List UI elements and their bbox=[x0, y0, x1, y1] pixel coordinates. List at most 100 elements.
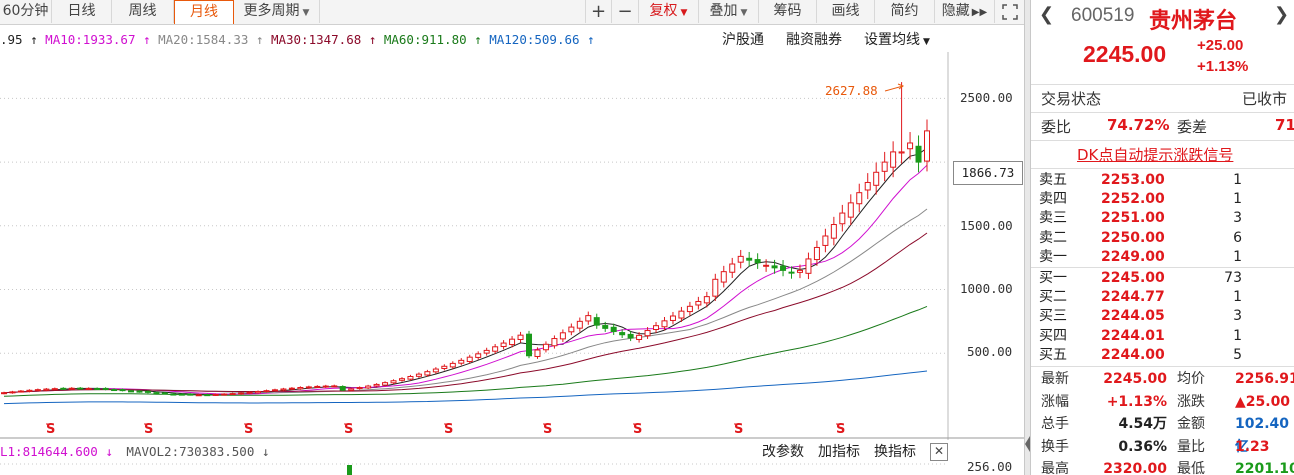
candle-body bbox=[830, 224, 837, 239]
sell_orders-row[interactable]: 卖三 2251.00 3 bbox=[1031, 209, 1294, 228]
tab-60min[interactable]: 60分钟 bbox=[0, 0, 52, 23]
switch-indicator-button[interactable]: 换指标 bbox=[874, 440, 916, 464]
sell_orders-row[interactable]: 卖一 2249.00 1 bbox=[1031, 248, 1294, 267]
trading-status-value: 已收市 bbox=[1242, 90, 1288, 108]
edit-params-button[interactable]: 改参数 bbox=[762, 440, 804, 464]
candle-body bbox=[873, 171, 880, 186]
stat-label: 最低 bbox=[1177, 461, 1205, 475]
candle-body bbox=[280, 388, 287, 391]
candle-body bbox=[314, 385, 321, 388]
chart-panel: 60分钟 日线 周线 月线 更多周期 ▼ + − 复权 ▼ 叠加 ▼ 筹码 画线 简约… bbox=[0, 0, 1024, 475]
adjust-button[interactable]: 复权 ▼ bbox=[639, 0, 699, 23]
ma30-value: MA30:1347.68 ↑ bbox=[270, 32, 377, 47]
buy_orders-qty: 3 bbox=[1233, 308, 1242, 325]
buy_orders-row[interactable]: 买四 2244.01 1 bbox=[1031, 327, 1294, 346]
candle-body bbox=[119, 389, 126, 392]
candle-body bbox=[780, 265, 787, 271]
candle-body bbox=[407, 375, 414, 380]
panel-splitter[interactable] bbox=[1024, 0, 1031, 475]
candle-body bbox=[415, 373, 422, 377]
buy_orders-level-label: 买二 bbox=[1039, 289, 1067, 306]
margin-trading-link[interactable]: 融资融券 bbox=[786, 28, 842, 52]
sell_orders-level-label: 卖一 bbox=[1039, 248, 1067, 265]
tab-monthly[interactable]: 月线 bbox=[174, 0, 234, 24]
chips-button[interactable]: 筹码 bbox=[759, 0, 817, 23]
candle-body bbox=[153, 392, 160, 395]
back-chevron-icon[interactable]: ❮ bbox=[1039, 4, 1054, 25]
candle-body bbox=[737, 255, 744, 263]
candle-body bbox=[449, 362, 456, 368]
candle-body bbox=[26, 389, 33, 392]
fullscreen-button[interactable] bbox=[995, 0, 1024, 23]
tab-weekly[interactable]: 周线 bbox=[112, 0, 174, 23]
stat-label: 涨幅 bbox=[1041, 393, 1069, 410]
buy_orders-row[interactable]: 买一 2245.00 73 bbox=[1031, 269, 1294, 288]
candle-body bbox=[585, 315, 592, 322]
stat-label: 量比 bbox=[1177, 438, 1205, 455]
tab-more-periods[interactable]: 更多周期 ▼ bbox=[234, 0, 320, 23]
sell_orders-level-label: 卖三 bbox=[1039, 210, 1067, 227]
candle-body bbox=[712, 278, 719, 297]
y-axis-label: 1500.00 bbox=[960, 218, 1013, 233]
ma20-value: MA20:1584.33 ↑ bbox=[158, 32, 264, 47]
candle-body bbox=[424, 371, 431, 376]
stats-row: 最新 2245.00 均价 2256.91 bbox=[1031, 368, 1294, 391]
candle-body bbox=[661, 320, 668, 328]
draw-line-button[interactable]: 画线 bbox=[817, 0, 875, 23]
buy_orders-row[interactable]: 买五 2244.00 5 bbox=[1031, 346, 1294, 365]
divider bbox=[1031, 140, 1294, 141]
candle-body bbox=[771, 265, 778, 269]
collapse-arrow-icon[interactable] bbox=[1025, 436, 1030, 452]
candle-body bbox=[305, 386, 312, 389]
candle-body bbox=[551, 338, 558, 347]
overlay-button[interactable]: 叠加 ▼ bbox=[699, 0, 759, 23]
dk-signal-link[interactable]: DK点自动提示涨跌信号 bbox=[1077, 144, 1233, 165]
stat-value: 2256.91 bbox=[1235, 371, 1294, 387]
candle-body bbox=[161, 392, 168, 395]
dividend-marker: S bbox=[444, 422, 453, 437]
ma60-value: MA60:911.80 ↑ bbox=[383, 32, 482, 47]
y-axis-label: 1000.00 bbox=[960, 281, 1013, 296]
double-arrow-right-icon: ▶▶ bbox=[971, 7, 988, 18]
candle-body bbox=[805, 258, 812, 274]
candle-body bbox=[576, 320, 583, 329]
candle-body bbox=[195, 394, 202, 397]
dividend-marker: S bbox=[46, 422, 55, 437]
ma-settings-link[interactable]: 设置均线 ▼ bbox=[864, 28, 930, 52]
ma30-line bbox=[3, 232, 928, 394]
buy_orders-row[interactable]: 买二 2244.77 1 bbox=[1031, 288, 1294, 307]
candle-body bbox=[763, 264, 770, 267]
candle-body bbox=[17, 390, 24, 393]
candle-body bbox=[221, 393, 228, 396]
trading-status-label: 交易状态 bbox=[1041, 90, 1102, 108]
add-indicator-button[interactable]: 加指标 bbox=[818, 440, 860, 464]
candle-body bbox=[373, 383, 380, 387]
close-indicator-button[interactable]: ✕ bbox=[930, 443, 948, 461]
volume-legend: L1:814644.600 ↓ MAVOL2:730383.500 ↓ bbox=[0, 440, 269, 464]
sell_orders-row[interactable]: 卖四 2252.00 1 bbox=[1031, 190, 1294, 209]
candle-body bbox=[382, 382, 389, 386]
hide-button[interactable]: 隐藏 ▶▶ bbox=[935, 0, 995, 23]
sell_orders-level-label: 卖四 bbox=[1039, 191, 1067, 208]
forward-chevron-icon[interactable]: ❯ bbox=[1274, 4, 1289, 25]
candle-body bbox=[111, 389, 118, 392]
tab-daily[interactable]: 日线 bbox=[52, 0, 112, 23]
hk-connect-link[interactable]: 沪股通 bbox=[722, 28, 764, 52]
candle-body bbox=[636, 334, 643, 340]
candle-body bbox=[924, 130, 930, 162]
y-axis-label: 2500.00 bbox=[960, 90, 1013, 105]
volume-bar bbox=[347, 465, 352, 475]
zoom-out-button[interactable]: − bbox=[612, 0, 639, 23]
ma5-value: .95 ↑ bbox=[0, 32, 38, 47]
candle-body bbox=[128, 390, 135, 393]
zoom-in-button[interactable]: + bbox=[585, 0, 612, 23]
sell_orders-row[interactable]: 卖五 2253.00 1 bbox=[1031, 171, 1294, 190]
buy_orders-row[interactable]: 买三 2244.05 3 bbox=[1031, 307, 1294, 326]
divider bbox=[1031, 112, 1294, 113]
candle-body bbox=[475, 353, 482, 358]
candle-body bbox=[263, 390, 270, 393]
sell_orders-row[interactable]: 卖二 2250.00 6 bbox=[1031, 229, 1294, 248]
buy_orders-qty: 5 bbox=[1233, 346, 1242, 363]
simple-button[interactable]: 简约 bbox=[875, 0, 935, 23]
stat-value: ▲25.00 bbox=[1235, 393, 1291, 410]
